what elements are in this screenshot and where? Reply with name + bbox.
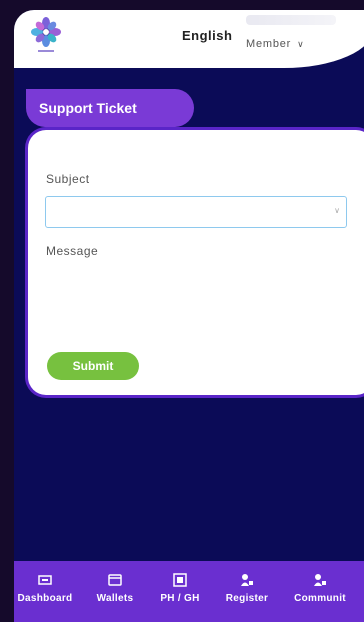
support-ticket-tab: Support Ticket bbox=[26, 89, 194, 127]
nav-label: PH / GH bbox=[160, 593, 200, 604]
nav-item-register[interactable]: Register bbox=[214, 561, 280, 622]
register-icon bbox=[241, 574, 253, 586]
message-label: Message bbox=[46, 244, 99, 258]
nav-item-wallets[interactable]: Wallets bbox=[84, 561, 146, 622]
support-ticket-title: Support Ticket bbox=[39, 100, 137, 116]
nav-item-dashboard[interactable]: Dashboard bbox=[14, 561, 84, 622]
submit-button[interactable]: Submit bbox=[47, 352, 139, 380]
app-screen: English Member ∨ Support Ticket Subject ∨… bbox=[14, 10, 364, 622]
member-menu[interactable]: Member ∨ bbox=[246, 38, 305, 50]
nav-item-ph-gh[interactable]: PH / GH bbox=[146, 561, 214, 622]
subject-select[interactable]: ∨ bbox=[45, 196, 347, 228]
nav-label: Wallets bbox=[96, 593, 134, 604]
support-ticket-form: Subject ∨ Message Submit bbox=[28, 130, 364, 395]
dashboard-icon bbox=[38, 575, 52, 585]
nav-label: Register bbox=[225, 593, 269, 604]
subject-label: Subject bbox=[46, 172, 90, 186]
language-selector[interactable]: English bbox=[182, 28, 232, 43]
wallet-icon bbox=[108, 574, 122, 586]
ph-gh-icon bbox=[173, 573, 187, 587]
member-label: Member bbox=[246, 38, 292, 50]
header: English Member ∨ bbox=[14, 10, 364, 68]
message-textarea[interactable] bbox=[45, 262, 345, 342]
member-name-placeholder bbox=[246, 15, 336, 25]
community-icon bbox=[314, 574, 326, 586]
bottom-nav: Dashboard Wallets PH / GH Register Commu… bbox=[14, 561, 364, 622]
nav-label: Communit bbox=[294, 593, 346, 604]
flower-logo-icon[interactable] bbox=[30, 16, 62, 56]
chevron-down-icon: ∨ bbox=[297, 39, 305, 49]
chevron-down-icon: ∨ bbox=[334, 206, 340, 215]
nav-item-community[interactable]: Communit bbox=[280, 561, 360, 622]
nav-label: Dashboard bbox=[17, 593, 73, 604]
